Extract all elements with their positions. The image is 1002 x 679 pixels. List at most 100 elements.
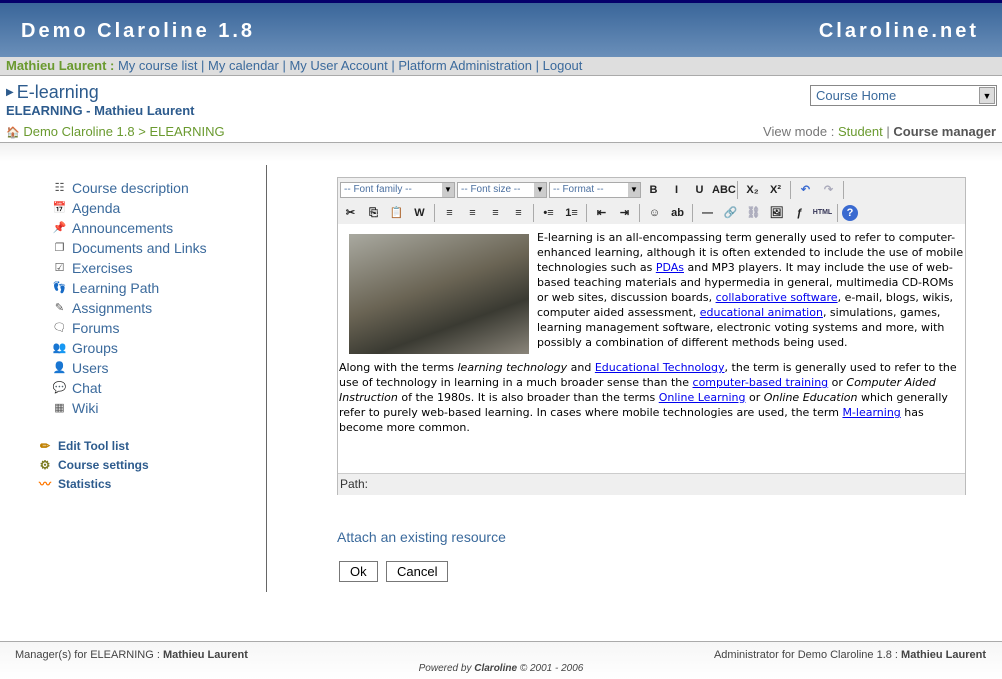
triangle-icon: ▶ xyxy=(6,87,14,98)
cancel-button[interactable]: Cancel xyxy=(386,561,449,582)
toolbar-button-u-icon[interactable]: U xyxy=(689,180,710,200)
toolbar-button-btn9-icon[interactable]: ↷ xyxy=(818,180,839,200)
format-select[interactable]: -- Format -- ▼ xyxy=(549,181,641,198)
toolbar-button-btn13-icon[interactable]: ⇤ xyxy=(591,203,612,223)
nav-my-course-list[interactable]: My course list xyxy=(118,58,197,73)
toolbar-button-w-icon[interactable]: W xyxy=(409,203,430,223)
ok-button[interactable]: Ok xyxy=(339,561,378,582)
toolbar-button-btn14-icon[interactable]: ⇥ xyxy=(614,203,635,223)
claroline-net-link[interactable]: Claroline.net xyxy=(819,20,979,43)
chevron-down-icon: ▼ xyxy=(442,182,454,197)
nav-my-calendar[interactable]: My calendar xyxy=(208,58,279,73)
breadcrumb-home[interactable]: Demo Claroline 1.8 xyxy=(23,124,134,139)
toolbar-button-x-icon[interactable]: X² xyxy=(765,180,786,200)
tool-users[interactable]: 👤 Users xyxy=(52,358,207,378)
admin-edit-tool-list[interactable]: ✏ Edit Tool list xyxy=(37,436,149,455)
toolbar-button-b-icon[interactable]: B xyxy=(643,180,664,200)
tool-label: Documents and Links xyxy=(72,240,207,256)
breadcrumb-current[interactable]: ELEARNING xyxy=(149,124,224,139)
groups-icon: 👥 xyxy=(52,342,67,354)
toolbar-button-btn22-icon[interactable]: 🖼 xyxy=(766,203,787,223)
toolbar-button-btn10-icon[interactable]: •≡ xyxy=(538,203,559,223)
toolbar-button-btn21-icon[interactable]: ⛓ xyxy=(743,203,764,223)
tool-chat[interactable]: 💬 Chat xyxy=(52,378,207,398)
tool-announcements[interactable]: 📌 Announcements xyxy=(52,218,207,238)
admin-course-settings[interactable]: ⚙ Course settings xyxy=(37,455,149,474)
view-mode-student[interactable]: Student xyxy=(838,124,883,139)
chevron-down-icon: ▼ xyxy=(534,182,546,197)
nav-my-user-account[interactable]: My User Account xyxy=(289,58,387,73)
toolbar-button-btn5-icon[interactable]: ≡ xyxy=(439,203,460,223)
tool-documents-and-links[interactable]: ❐ Documents and Links xyxy=(52,238,207,258)
toolbar-button-1-icon[interactable]: 1≡ xyxy=(561,203,582,223)
tool-course-description[interactable]: ☷ Course description xyxy=(52,178,207,198)
chevron-down-icon: ▼ xyxy=(979,87,995,104)
nav-logout[interactable]: Logout xyxy=(543,58,583,73)
course-title[interactable]: ▶ E-learning xyxy=(6,82,99,103)
toolbar-button-btn23-icon[interactable]: ƒ xyxy=(789,203,810,223)
toolbar-button-btn8-icon[interactable]: ↶ xyxy=(795,180,816,200)
toolbar-button-btn19-icon[interactable]: — xyxy=(697,203,718,223)
font-family-value: -- Font family -- xyxy=(344,183,412,195)
admin-statistics[interactable]: 〰 Statistics xyxy=(37,474,149,493)
forums-icon: 🗨 xyxy=(52,322,67,334)
toolbar-button-btn6-icon[interactable]: ≡ xyxy=(462,203,483,223)
tool-label: Users xyxy=(72,360,109,376)
admin-tool-label: Edit Tool list xyxy=(58,438,130,453)
tool-label: Course description xyxy=(72,180,189,196)
wysiwyg-editor: -- Font family -- ▼ -- Font size -- ▼ -- F… xyxy=(337,177,966,495)
toolbar-button-i-icon[interactable]: I xyxy=(666,180,687,200)
tool-exercises[interactable]: ☑ Exercises xyxy=(52,258,207,278)
view-mode-sep: | xyxy=(886,124,890,139)
toolbar-button-btn0-icon[interactable]: ✂ xyxy=(340,203,361,223)
chat-icon: 💬 xyxy=(52,382,67,394)
editor-emphasis: Online Education xyxy=(763,391,858,404)
tool-assignments[interactable]: ✎ Assignments xyxy=(52,298,207,318)
font-family-select[interactable]: -- Font family -- ▼ xyxy=(340,181,455,198)
editor-content[interactable]: E-learning is an all-encompassing term g… xyxy=(338,224,965,473)
attach-resource-link[interactable]: Attach an existing resource xyxy=(337,529,506,545)
assignments-icon: ✎ xyxy=(54,302,65,314)
toolbar-button-btn2-icon[interactable]: 📋 xyxy=(386,203,407,223)
header-divider xyxy=(0,142,1002,162)
tool-groups[interactable]: 👥 Groups xyxy=(52,338,207,358)
course-tool-select[interactable]: Course Home ▼ xyxy=(810,85,997,106)
select-value: Course Home xyxy=(816,88,897,103)
toolbar-button-btn26-icon[interactable]: ? xyxy=(842,204,858,221)
tool-label: Wiki xyxy=(72,400,99,416)
editor-link[interactable]: M-learning xyxy=(842,406,900,419)
editor-link[interactable]: collaborative software xyxy=(716,291,838,304)
toolbar-button-btn1-icon[interactable]: ⎘ xyxy=(363,203,384,223)
nav-platform-administration[interactable]: Platform Administration xyxy=(398,58,532,73)
editor-emphasis: learning technology xyxy=(457,361,568,374)
toolbar-button-html-icon[interactable]: HTML xyxy=(812,203,833,223)
tool-forums[interactable]: 🗨 Forums xyxy=(52,318,207,338)
site-name-link[interactable]: Demo Claroline 1.8 xyxy=(21,20,255,43)
editor-link[interactable]: PDAs xyxy=(656,261,684,274)
tool-label: Forums xyxy=(72,320,120,336)
toolbar-button-btn7-icon[interactable]: ≡ xyxy=(485,203,506,223)
documents-and-links-icon: ❐ xyxy=(54,242,65,254)
editor-link[interactable]: Online Learning xyxy=(659,391,746,404)
course-title-text: E-learning xyxy=(16,82,99,102)
toolbar-button-btn8-icon[interactable]: ≡ xyxy=(508,203,529,223)
claroline-link[interactable]: Claroline xyxy=(474,663,517,674)
tool-wiki[interactable]: ▦ Wiki xyxy=(52,398,207,418)
tool-label: Learning Path xyxy=(72,280,160,296)
font-size-select[interactable]: -- Font size -- ▼ xyxy=(457,181,547,198)
toolbar-button-btn20-icon[interactable]: 🔗 xyxy=(720,203,741,223)
tool-agenda[interactable]: 📅 Agenda xyxy=(52,198,207,218)
editor-link[interactable]: computer-based training xyxy=(693,376,829,389)
toolbar-button-ab-icon[interactable]: ab xyxy=(667,203,688,223)
tool-learning-path[interactable]: 👣 Learning Path xyxy=(52,278,207,298)
editor-link[interactable]: educational animation xyxy=(700,306,823,319)
edit-tool-list-icon: ✏ xyxy=(39,438,51,453)
course-description-icon: ☷ xyxy=(54,182,65,194)
toolbar-separator xyxy=(639,203,640,222)
editor-link[interactable]: Educational Technology xyxy=(595,361,725,374)
users-icon: 👤 xyxy=(52,362,67,374)
toolbar-button-abc-icon[interactable]: ABC xyxy=(712,180,736,200)
admin-tool-label: Statistics xyxy=(58,476,112,491)
toolbar-button-x-icon[interactable]: X₂ xyxy=(742,180,763,200)
toolbar-button-btn16-icon[interactable]: ☺ xyxy=(644,203,665,223)
